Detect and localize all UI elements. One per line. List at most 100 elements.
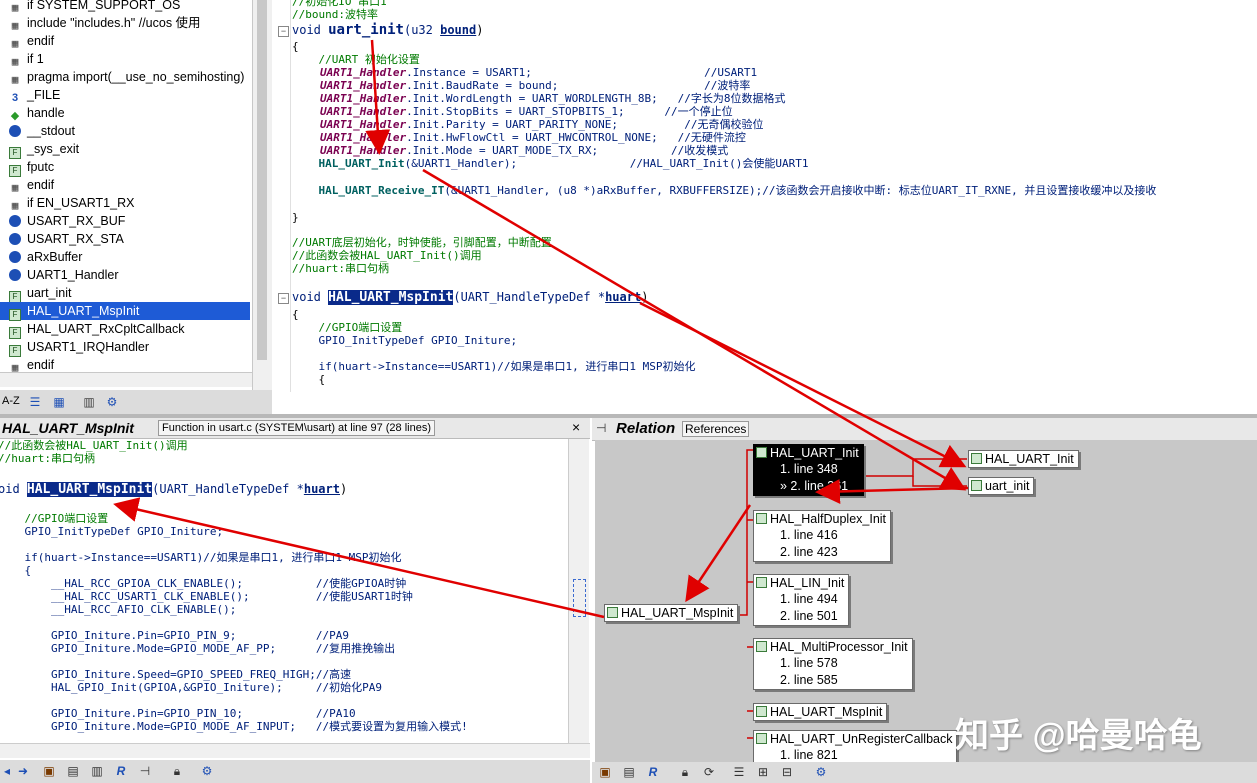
context-scrollbar[interactable] xyxy=(568,439,589,743)
node-label: uart_init xyxy=(985,479,1030,493)
relation-node[interactable]: HAL_HalfDuplex_Init 1. line 416 2. line 42… xyxy=(753,510,892,562)
context-code-view[interactable]: //此函数会被HAL_UART_Init()调用//huart:串口句柄 //G… xyxy=(0,439,568,743)
relation-tab[interactable]: References xyxy=(682,421,750,437)
relation-node[interactable]: HAL_UART_Init 1. line 348» 2. line 361 xyxy=(753,444,864,496)
context-toolbar: ◂ ➜ ▣ ▤ ▥ R ⊣ 🔒︎ ⚙ xyxy=(0,760,590,783)
param-huart[interactable]: huart xyxy=(304,482,340,496)
vertical-layout-icon[interactable]: ⊟ xyxy=(780,765,794,779)
reference-line[interactable]: 1. line 578 xyxy=(754,655,912,672)
symbol-item[interactable]: __stdout xyxy=(0,122,250,140)
close-icon[interactable]: × xyxy=(572,419,580,435)
context-code-line: GPIO_Initure.Pin=GPIO_PIN_9; //PA9 xyxy=(0,629,349,642)
relation-node[interactable]: HAL_UART_MspInit xyxy=(753,703,888,721)
context-code-line: GPIO_Initure.Mode=GPIO_MODE_AF_INPUT; //… xyxy=(0,720,468,733)
symbol-item[interactable]: ▦ if SYSTEM_SUPPORT_OS xyxy=(0,0,250,14)
reference-line[interactable]: 2. line 423 xyxy=(754,544,890,561)
node-label: HAL_UART_Init xyxy=(770,446,859,460)
code-line: UART1_Handler.Init.Parity = UART_PARITY_… xyxy=(292,118,764,131)
context-hscroll[interactable] xyxy=(0,743,590,758)
symbol-item[interactable]: F HAL_UART_MspInit xyxy=(0,302,250,321)
symbol-item[interactable]: F HAL_UART_RxCpltCallback xyxy=(0,320,250,339)
category-view-icon[interactable]: ▦ xyxy=(52,395,66,409)
symbol-item[interactable]: ▦ if 1 xyxy=(0,50,250,68)
function-name-hal-uart-mspinit[interactable]: HAL_UART_MspInit xyxy=(328,290,454,305)
relation-node-hal-uart-init-caller[interactable]: HAL_UART_Init xyxy=(968,450,1079,468)
symbol-label: endif xyxy=(27,178,55,192)
list-view-icon[interactable]: ☰ xyxy=(28,395,42,409)
keyword-void: void xyxy=(292,23,329,37)
book-icon[interactable]: ▥ xyxy=(90,764,104,778)
symbol-list-panel[interactable]: ▦ if SYSTEM_SUPPORT_OS ▦ include "includes.… xyxy=(0,0,252,372)
symbol-item[interactable]: F _sys_exit xyxy=(0,140,250,159)
symbol-list-scrollbar[interactable] xyxy=(252,0,273,392)
scrollbar-thumb[interactable] xyxy=(257,0,267,360)
reference-line[interactable]: 1. line 416 xyxy=(754,527,890,544)
relation-icon[interactable]: R xyxy=(646,765,660,779)
context-function-name[interactable]: HAL_UART_MspInit xyxy=(26,482,153,497)
handler-ref: UART1_Handler xyxy=(320,105,407,118)
code-editor[interactable]: //初始化IO 串口1 //bound:波特率 void uart_init(u… xyxy=(272,0,1257,392)
relation-node[interactable]: HAL_LIN_Init 1. line 494 2. line 501 xyxy=(753,574,850,626)
tree-icon[interactable]: ⊣ xyxy=(138,764,152,778)
code-text: (&UART1_Handler); //HAL_UART_Init()会使能UA… xyxy=(404,157,809,170)
param-bound[interactable]: bound xyxy=(440,23,476,37)
gear-icon[interactable]: ⚙ xyxy=(814,765,828,779)
reference-line[interactable]: 1. line 821 xyxy=(754,747,956,762)
back-arrow-icon[interactable]: ◂ xyxy=(0,764,14,778)
symbol-item[interactable]: UART1_Handler xyxy=(0,266,250,284)
symbol-item[interactable]: ▦ if EN_USART1_RX xyxy=(0,194,250,212)
code-paren: ) xyxy=(339,482,348,496)
call-hal-uart-receive-it[interactable]: HAL_UART_Receive_IT xyxy=(292,184,444,197)
lookup-icon[interactable]: ▤ xyxy=(622,765,636,779)
param-huart[interactable]: huart xyxy=(605,290,641,304)
reference-line[interactable]: » 2. line 361 xyxy=(754,478,863,495)
call-hal-uart-init[interactable]: HAL_UART_Init xyxy=(292,157,404,170)
code-line: GPIO_InitTypeDef GPIO_Initure; xyxy=(292,334,518,347)
symbol-item[interactable]: USART_RX_BUF xyxy=(0,212,250,230)
reference-line[interactable]: 1. line 494 xyxy=(754,591,848,608)
scrollbar-thumb[interactable] xyxy=(573,579,586,617)
symbol-item[interactable]: F USART1_IRQHandler xyxy=(0,338,250,357)
relation-graph[interactable]: HAL_UART_MspInit HAL_UART_Init 1. line 34… xyxy=(595,440,1257,762)
symbol-item[interactable]: ▦ endif xyxy=(0,176,250,194)
context-window-header: HAL_UART_MspInit Function in usart.c (SY… xyxy=(0,418,590,439)
horizontal-layout-icon[interactable]: ⊞ xyxy=(756,765,770,779)
fold-toggle[interactable]: − xyxy=(278,293,289,304)
symbol-item[interactable]: Fuart_init xyxy=(0,284,250,303)
jump-to-icon[interactable]: ▣ xyxy=(42,764,56,778)
forward-arrow-icon[interactable]: ➜ xyxy=(16,764,30,778)
symbol-item[interactable]: 3 _FILE xyxy=(0,86,250,104)
relation-node[interactable]: HAL_MultiProcessor_Init 1. line 578 2. lin… xyxy=(753,638,913,690)
lock-icon[interactable]: 🔒︎ xyxy=(678,765,692,779)
reference-line[interactable]: 2. line 585 xyxy=(754,672,912,689)
fold-toggle[interactable]: − xyxy=(278,26,289,37)
symbol-list-hscroll[interactable] xyxy=(0,372,252,387)
symbol-item[interactable]: ▦ include "includes.h" //ucos 使用 xyxy=(0,14,250,32)
code-line: UART1_Handler.Init.WordLength = UART_WOR… xyxy=(292,92,786,105)
refresh-icon[interactable]: ⟳ xyxy=(702,765,716,779)
symbol-item[interactable]: aRxBuffer xyxy=(0,248,250,266)
symbol-item[interactable]: USART_RX_STA xyxy=(0,230,250,248)
relation-icon[interactable]: R xyxy=(114,764,128,778)
gear-icon[interactable]: ⚙ xyxy=(200,764,214,778)
reference-line[interactable]: 2. line 501 xyxy=(754,608,848,625)
relation-node-uart-init[interactable]: uart_init xyxy=(968,477,1035,495)
relation-node[interactable]: HAL_UART_UnRegisterCallback 1. line 821 xyxy=(753,730,958,762)
relation-root-node[interactable]: HAL_UART_MspInit xyxy=(604,604,739,622)
book-icon[interactable]: ▥ xyxy=(82,395,96,409)
list-layout-icon[interactable]: ☰ xyxy=(732,765,746,779)
lock-icon[interactable]: 🔒︎ xyxy=(170,764,184,778)
reference-line[interactable]: 1. line 348 xyxy=(754,461,863,478)
symbol-item[interactable]: ▦ pragma import(__use_no_semihosting) xyxy=(0,68,250,86)
symbol-item[interactable]: Ffputc xyxy=(0,158,250,177)
sort-az-button[interactable]: A-Z xyxy=(2,395,20,407)
jump-to-icon[interactable]: ▣ xyxy=(598,765,612,779)
gear-icon[interactable]: ⚙ xyxy=(105,395,119,409)
symbol-item[interactable]: ◆ handle xyxy=(0,104,250,122)
code-paren: ) xyxy=(476,23,484,37)
symbol-item[interactable]: ▦ endif xyxy=(0,32,250,50)
lookup-icon[interactable]: ▤ xyxy=(66,764,80,778)
symbol-item[interactable]: ▦ endif xyxy=(0,356,250,372)
editor-gutter xyxy=(272,0,291,392)
function-name-uart-init[interactable]: uart_init xyxy=(328,22,404,38)
